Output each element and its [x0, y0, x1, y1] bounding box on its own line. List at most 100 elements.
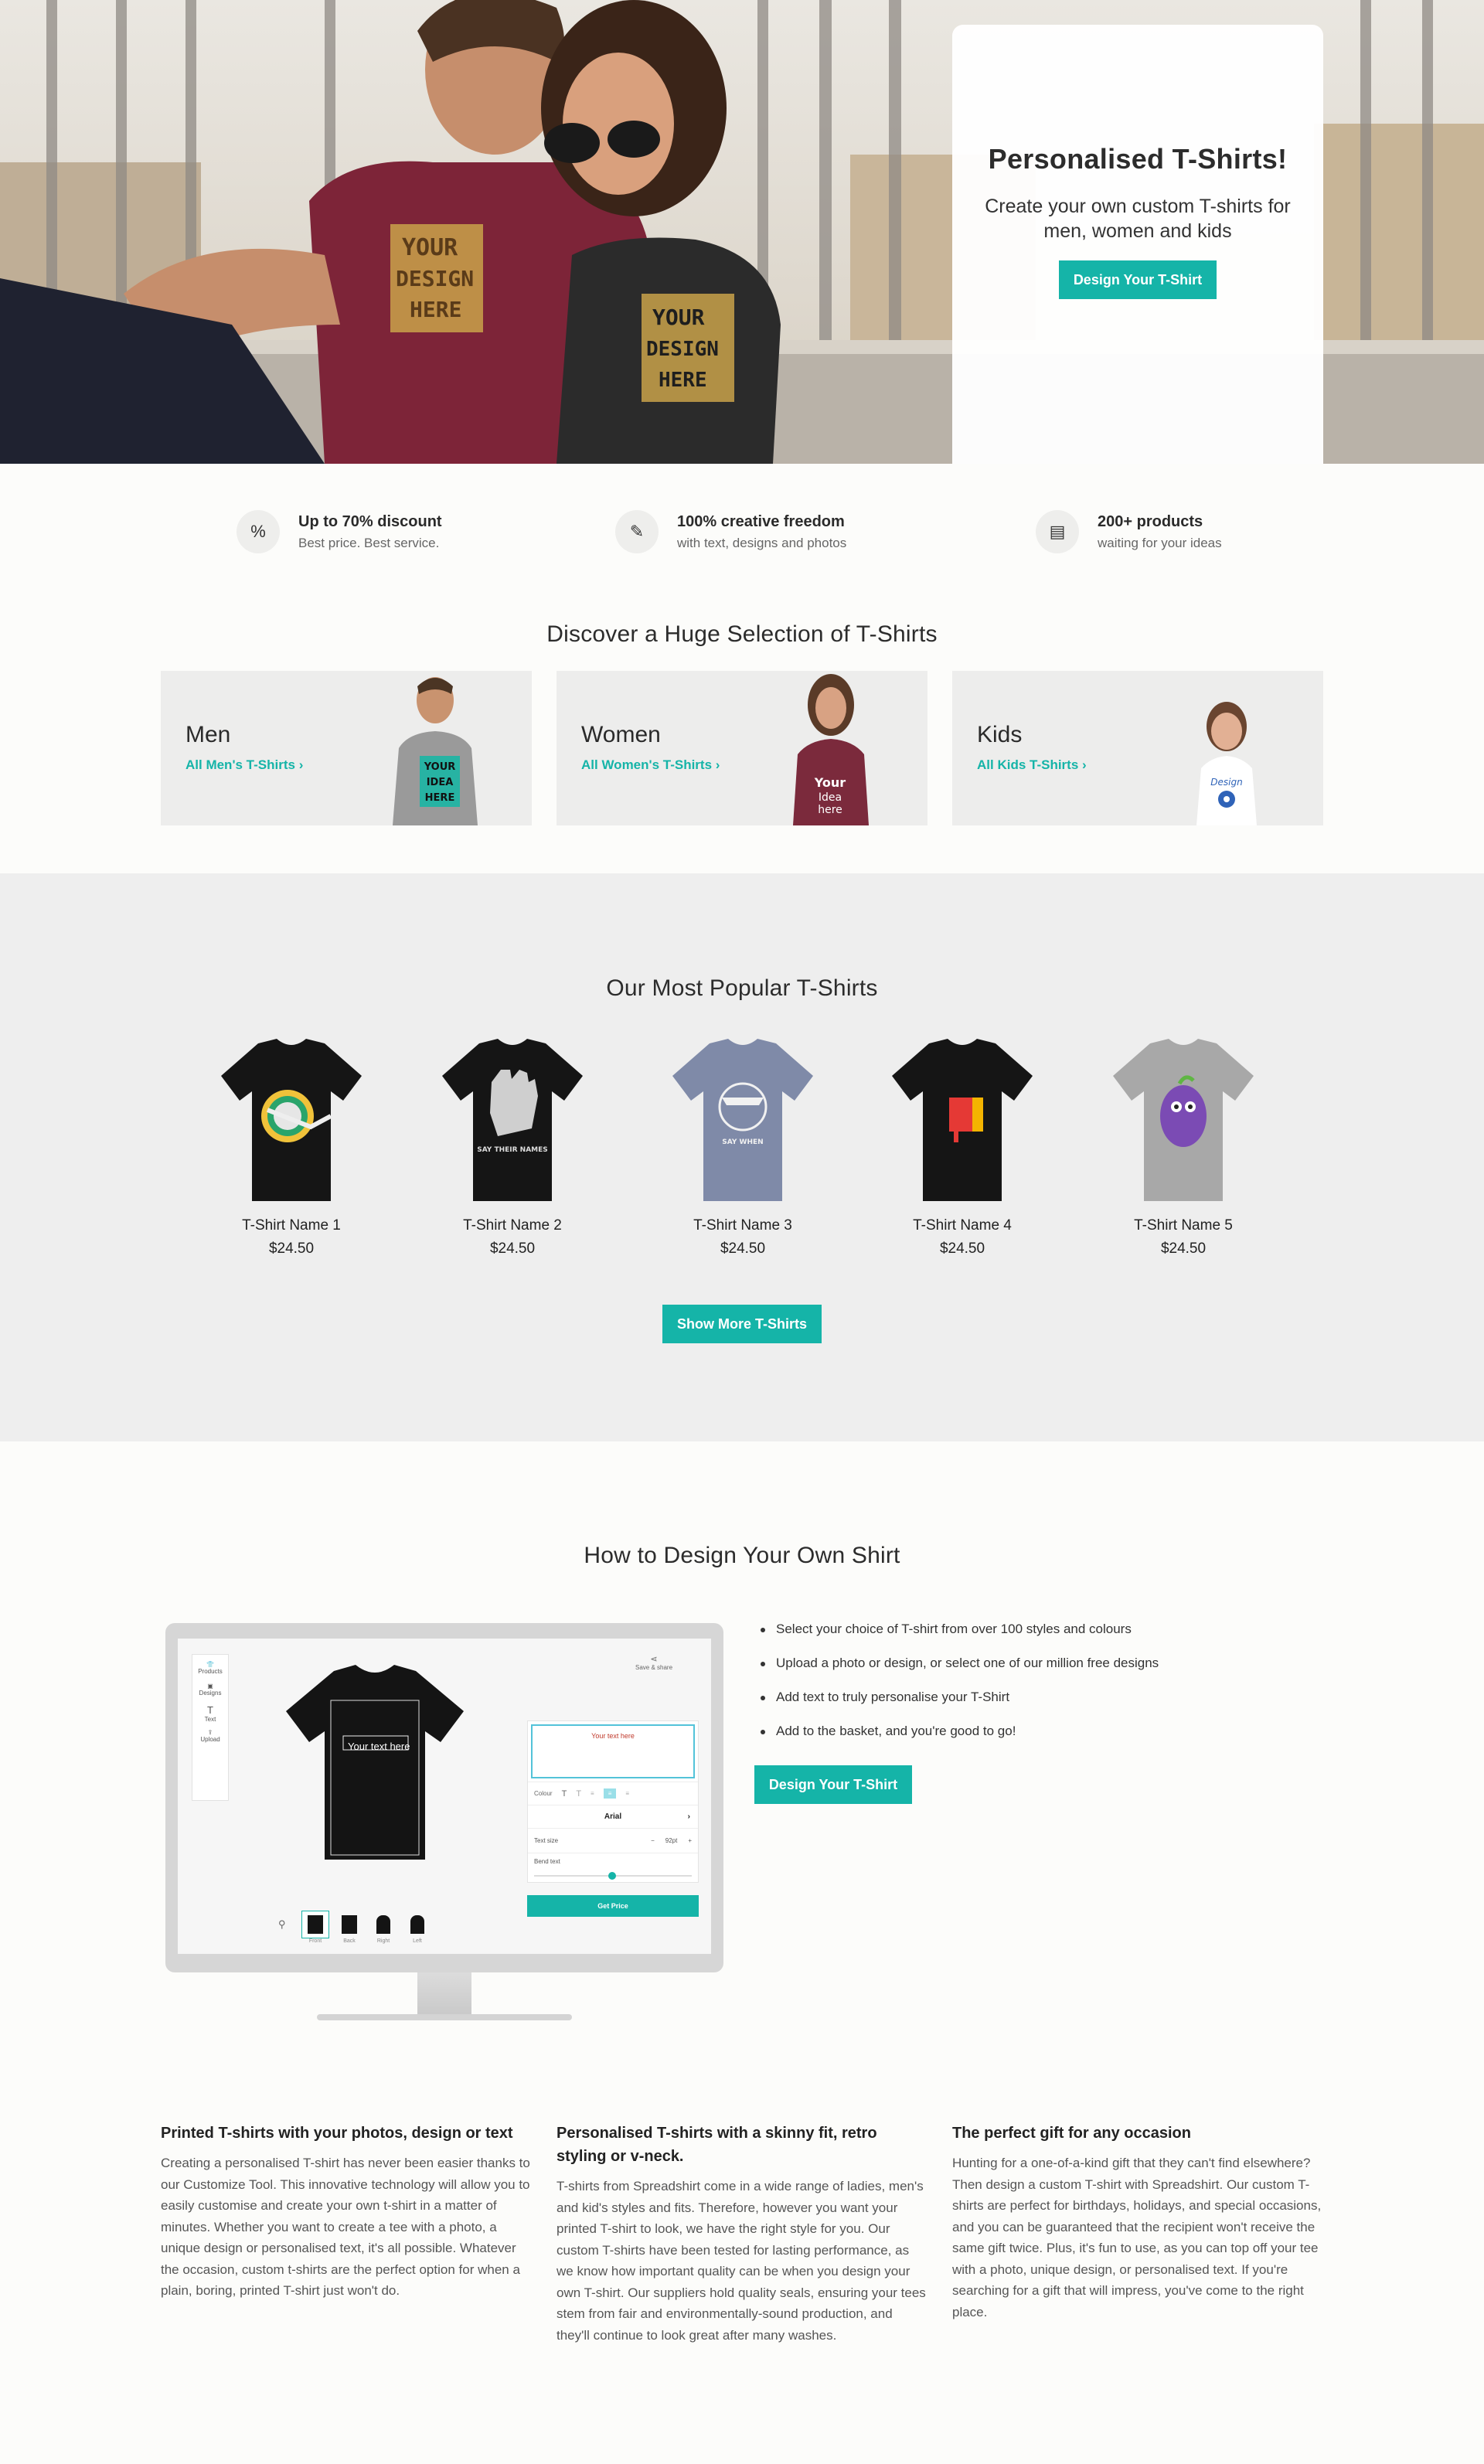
chevron-right-icon: ›: [1082, 757, 1087, 772]
article-gift: The perfect gift for any occasion Huntin…: [952, 2122, 1323, 2323]
howto-title: How to Design Your Own Shirt: [584, 1543, 900, 1568]
editor-screenshot: 👕 Products ▣ Designs T Text ⇪ Upload Your te…: [178, 1639, 711, 1954]
view-left[interactable]: Left: [403, 1911, 431, 1944]
list-item: Add text to truly personalise your T-Shi…: [761, 1690, 1159, 1705]
text-size-label: Text size: [534, 1837, 559, 1844]
show-more-tshirts-button[interactable]: Show More T-Shirts: [662, 1305, 822, 1343]
category-card-women[interactable]: Women All Women's T-Shirts › Your Idea h…: [556, 671, 928, 825]
svg-text:DESIGN: DESIGN: [646, 338, 719, 361]
design-tshirt-button[interactable]: Design Your T-Shirt: [1059, 260, 1217, 299]
svg-text:Idea: Idea: [819, 791, 842, 804]
tshirt-image: [1113, 1039, 1254, 1201]
align-right-icon[interactable]: ≡: [625, 1790, 629, 1797]
chevron-right-icon: ›: [298, 757, 304, 772]
editor-sidebar: 👕 Products ▣ Designs T Text ⇪ Upload: [192, 1654, 229, 1801]
product-price: $24.50: [1160, 1241, 1207, 1257]
model-women-image: Your Idea here: [793, 674, 869, 825]
zoom-icon[interactable]: ⚲: [278, 1918, 286, 1931]
tshirt-image: SAY THEIR NAMES: [442, 1039, 583, 1201]
model-kids-image: Design: [1196, 702, 1257, 825]
category-link-kids[interactable]: All Kids T-Shirts ›: [977, 757, 1087, 773]
view-front[interactable]: Front: [301, 1911, 329, 1944]
category-name: Men: [186, 722, 231, 747]
feature-subtitle: waiting for your ideas: [1098, 535, 1222, 550]
svg-text:HERE: HERE: [659, 369, 707, 392]
text-style-toolbar: Colour T T ≡ ≡ ≡: [528, 1782, 698, 1805]
product-card[interactable]: T-Shirt Name 5 $24.50: [1102, 1036, 1264, 1258]
tshirt-icon: 👕: [206, 1661, 214, 1668]
upload-icon: ⇪: [207, 1729, 213, 1736]
model-men-image: YOUR IDEA HERE: [393, 677, 478, 825]
svg-text:SAY WHEN: SAY WHEN: [722, 1138, 763, 1146]
editor-shirt-text[interactable]: Your text here: [348, 1741, 410, 1752]
align-left-icon[interactable]: ≡: [591, 1790, 594, 1797]
feature-products: ▤ 200+ products waiting for your ideas: [1036, 510, 1222, 553]
svg-text:DESIGN: DESIGN: [396, 266, 474, 291]
get-price-button[interactable]: Get Price: [527, 1895, 699, 1917]
bend-slider-handle[interactable]: [608, 1872, 616, 1880]
monitor-stand: [417, 1972, 471, 2016]
editor-sidebar-designs[interactable]: ▣ Designs: [192, 1683, 228, 1697]
tshirt-image: SAY WHEN: [672, 1039, 813, 1201]
editor-sidebar-text[interactable]: T Text: [192, 1704, 228, 1723]
product-card[interactable]: T-Shirt Name 4 $24.50: [881, 1036, 1043, 1258]
text-input-field[interactable]: Your text here: [531, 1724, 695, 1778]
text-style-icon[interactable]: T: [562, 1789, 567, 1799]
editor-text-panel: Your text here Colour T T ≡ ≡ ≡ Arial › …: [527, 1720, 699, 1883]
product-card[interactable]: T-Shirt Name 1 $24.50: [210, 1036, 373, 1258]
list-item: Upload a photo or design, or select one …: [761, 1656, 1159, 1671]
hero-card: Personalised T-Shirts! Create your own c…: [952, 25, 1323, 464]
product-name: T-Shirt Name 3: [693, 1217, 792, 1234]
hero-banner: YOUR DESIGN HERE YOUR DESIGN HERE Person…: [0, 0, 1484, 464]
colour-label[interactable]: Colour: [534, 1790, 553, 1797]
save-share-button[interactable]: ⋖ Save & share: [635, 1654, 672, 1671]
popular-title: Our Most Popular T-Shirts: [606, 975, 878, 1001]
article-fits: Personalised T-shirts with a skinny fit,…: [556, 2122, 928, 2346]
text-size-value[interactable]: 92pt: [665, 1837, 678, 1844]
align-center-icon[interactable]: ≡: [603, 1788, 617, 1799]
chevron-right-icon: ›: [715, 757, 720, 772]
category-link-men[interactable]: All Men's T-Shirts ›: [186, 757, 303, 773]
share-icon: ⋖: [650, 1655, 658, 1664]
product-card[interactable]: SAY WHEN T-Shirt Name 3 $24.50: [662, 1036, 824, 1258]
article-photos-design: Printed T-shirts with your photos, desig…: [161, 2122, 532, 2302]
svg-text:Design: Design: [1210, 777, 1242, 788]
design-tshirt-button-howto[interactable]: Design Your T-Shirt: [754, 1765, 912, 1804]
decrease-size-button[interactable]: −: [651, 1837, 655, 1844]
list-item: Select your choice of T-shirt from over …: [761, 1622, 1159, 1637]
bend-text-row: Bend text: [528, 1853, 698, 1887]
feature-title: Up to 70% discount: [298, 512, 442, 530]
hero-subtitle: Create your own custom T-shirts for men,…: [985, 196, 1291, 242]
increase-size-button[interactable]: +: [688, 1837, 692, 1844]
category-name: Kids: [977, 722, 1023, 747]
svg-text:SAY THEIR NAMES: SAY THEIR NAMES: [477, 1146, 548, 1154]
text-icon: T: [207, 1704, 213, 1716]
pencil-icon: ✎: [615, 510, 659, 553]
chevron-right-icon: ›: [687, 1812, 690, 1821]
feature-title: 100% creative freedom: [677, 512, 845, 530]
editor-sidebar-products[interactable]: 👕 Products: [192, 1661, 228, 1675]
category-card-kids[interactable]: Kids All Kids T-Shirts › Design: [952, 671, 1323, 825]
product-price: $24.50: [268, 1241, 315, 1257]
text-outline-icon[interactable]: T: [576, 1789, 581, 1799]
tshirt-image: [221, 1039, 362, 1201]
article-title: Printed T-shirts with your photos, desig…: [161, 2125, 513, 2142]
view-back[interactable]: Back: [335, 1911, 363, 1944]
store-icon: ▤: [1036, 510, 1079, 553]
feature-subtitle: with text, designs and photos: [677, 535, 847, 550]
article-body: Hunting for a one-of-a-kind gift that th…: [952, 2156, 1322, 2319]
features-bar: % Up to 70% discount Best price. Best se…: [0, 464, 1484, 603]
category-link-women[interactable]: All Women's T-Shirts ›: [581, 757, 720, 773]
product-price: $24.50: [489, 1241, 536, 1257]
product-card[interactable]: SAY THEIR NAMES T-Shirt Name 2 $24.50: [431, 1036, 594, 1258]
svg-text:YOUR: YOUR: [424, 761, 456, 773]
view-right[interactable]: Right: [369, 1911, 397, 1944]
image-icon: ▣: [207, 1683, 213, 1690]
feature-subtitle: Best price. Best service.: [298, 535, 440, 550]
category-card-men[interactable]: Men All Men's T-Shirts › YOUR IDEA HERE: [161, 671, 532, 825]
article-title: The perfect gift for any occasion: [952, 2125, 1191, 2142]
font-selector[interactable]: Arial ›: [528, 1805, 698, 1828]
product-name: T-Shirt Name 5: [1134, 1217, 1233, 1234]
feature-discount: % Up to 70% discount Best price. Best se…: [237, 510, 442, 553]
editor-sidebar-upload[interactable]: ⇪ Upload: [192, 1729, 228, 1743]
